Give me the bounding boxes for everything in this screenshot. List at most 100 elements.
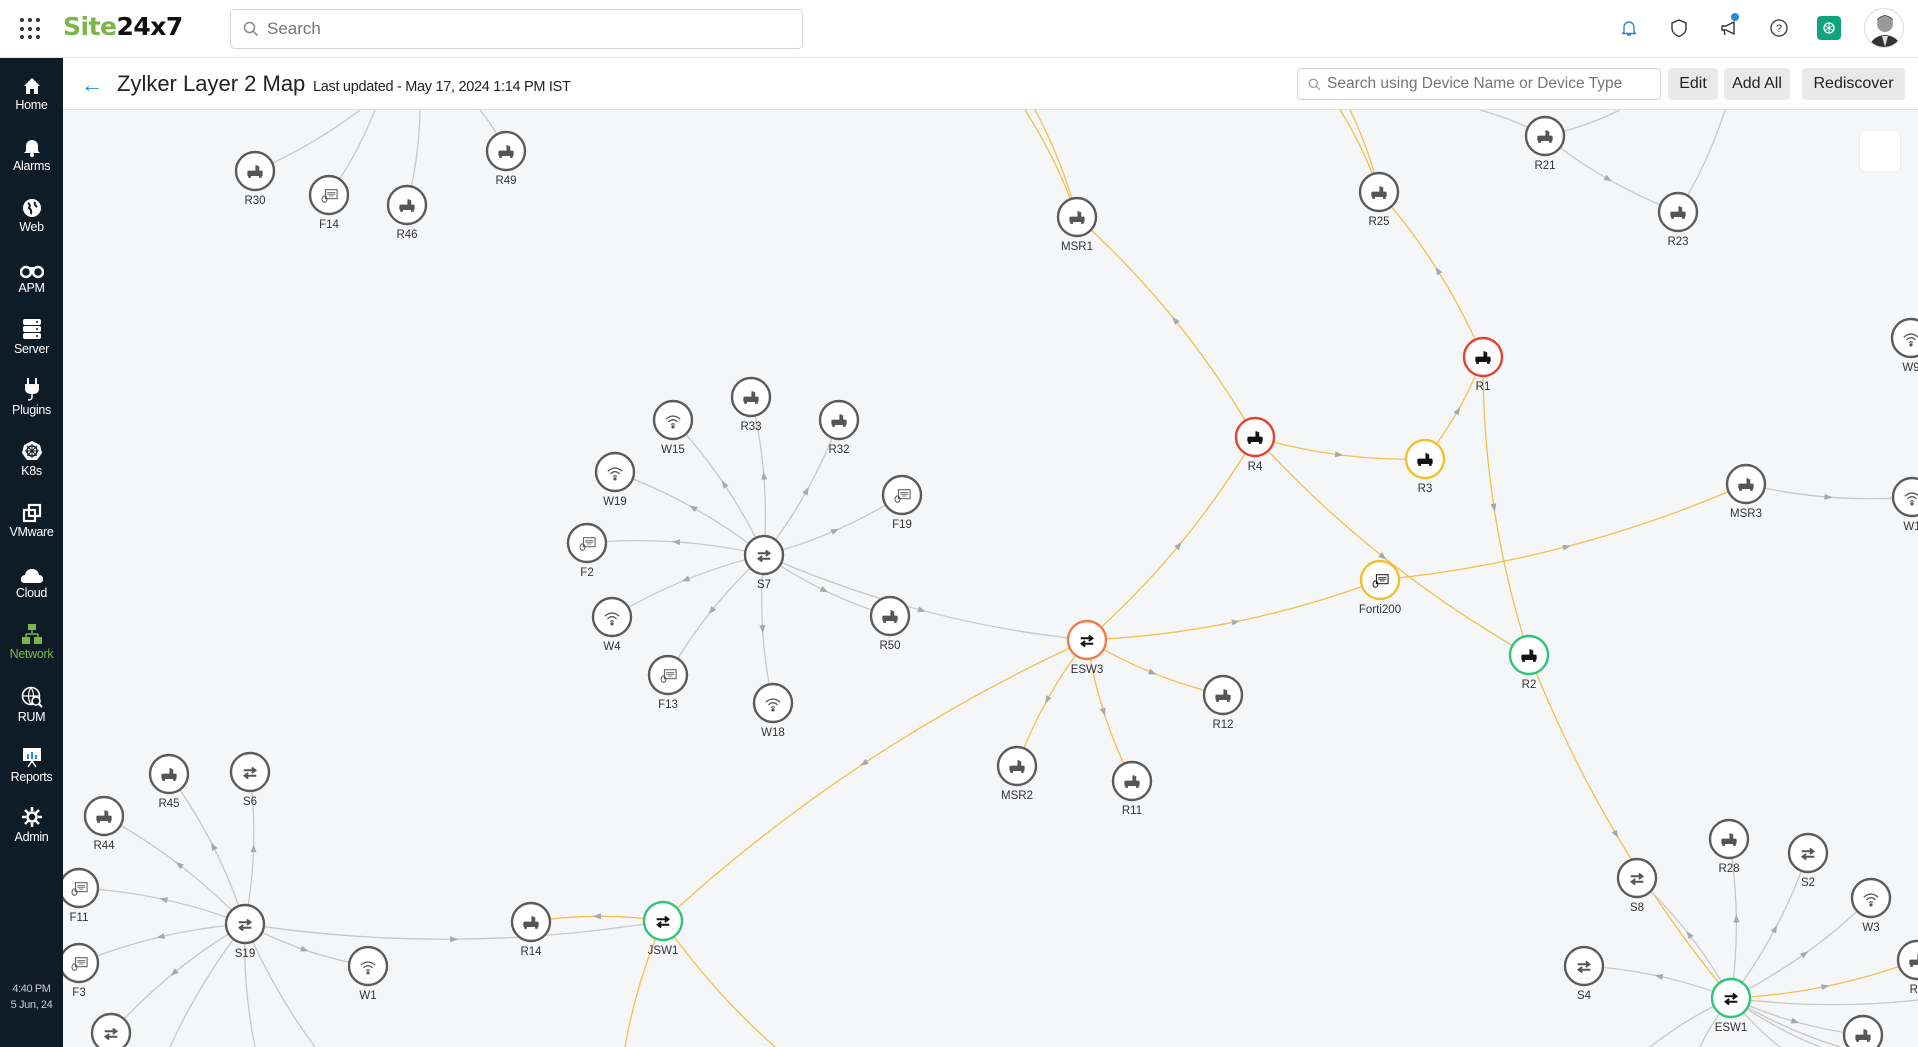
device-node-w3[interactable]: W3 — [1850, 877, 1892, 934]
sidebar-item-server[interactable]: Server — [0, 316, 63, 366]
device-search[interactable] — [1297, 68, 1661, 100]
device-node-s7[interactable]: S7 — [743, 534, 785, 591]
link-R4-MSR1[interactable] — [1076, 216, 1256, 438]
device-node-r33[interactable]: R33 — [730, 376, 772, 433]
device-node-f13[interactable]: F13 — [647, 654, 689, 711]
link-S19-JSW1[interactable] — [244, 920, 664, 940]
sidebar-item-home[interactable]: Home — [0, 72, 63, 122]
link-ESW1-W3[interactable] — [1730, 897, 1872, 999]
sidebar-item-alarms[interactable]: Alarms — [0, 133, 63, 183]
link-offscreen[interactable] — [1730, 997, 1918, 1006]
device-node-s8[interactable]: S8 — [1616, 857, 1658, 914]
link-ESW3-R12[interactable] — [1086, 639, 1224, 696]
device-node-r25[interactable]: R25 — [1358, 171, 1400, 228]
apps-grid-icon[interactable] — [20, 18, 42, 40]
link-ESW3-R4[interactable] — [1086, 436, 1256, 641]
link-S19-R45[interactable] — [168, 773, 246, 925]
device-node-f11[interactable]: F11 — [63, 867, 100, 924]
device-node-f3[interactable]: F3 — [63, 942, 100, 999]
sidebar-item-apm[interactable]: APM — [0, 255, 63, 305]
device-node-r12[interactable]: R12 — [1202, 674, 1244, 731]
user-avatar[interactable] — [1864, 8, 1904, 48]
device-node-r46[interactable]: R46 — [386, 184, 428, 241]
device-node-r45[interactable]: R45 — [148, 753, 190, 810]
device-node-msr3[interactable]: MSR3 — [1725, 463, 1767, 520]
device-node-r30[interactable]: R30 — [234, 150, 276, 207]
device-node-jsw1[interactable]: JSW1 — [642, 900, 684, 957]
device-node-w9[interactable]: W9 — [1890, 317, 1918, 374]
link-offscreen[interactable] — [662, 920, 776, 1047]
device-node-r11[interactable]: R11 — [1111, 760, 1153, 817]
device-node-s19[interactable]: S19 — [224, 903, 266, 960]
sidebar-item-reports[interactable]: Reports — [0, 744, 63, 794]
link-S7-F13[interactable] — [667, 554, 765, 676]
device-node-r44[interactable]: R44 — [83, 795, 125, 852]
link-R1-R25[interactable] — [1378, 191, 1484, 358]
device-node-w1b[interactable]: W1 — [347, 945, 389, 1002]
device-node-r21[interactable]: R21 — [1524, 115, 1566, 172]
back-arrow-icon[interactable]: ← — [81, 72, 103, 98]
device-node-r28[interactable]: R28 — [1708, 818, 1750, 875]
link-offscreen[interactable] — [169, 923, 246, 1047]
topology-map[interactable]: R30 F14 R46 R49 MSR1 R25 R21 R23 R1 R4 R3 W9 W1 MSR3 F… — [63, 110, 1918, 1047]
device-node-msr2[interactable]: MSR2 — [996, 745, 1038, 802]
sidebar-item-cloud[interactable]: Cloud — [0, 560, 63, 610]
edit-button[interactable]: Edit — [1668, 68, 1718, 100]
device-node-msr1[interactable]: MSR1 — [1056, 196, 1098, 253]
security-button[interactable] — [1654, 0, 1704, 56]
link-R2-ESW1[interactable] — [1528, 654, 1732, 999]
device-node-esw1[interactable]: ESW1 — [1710, 977, 1752, 1034]
link-S7-ESW3[interactable] — [763, 554, 1088, 641]
sidebar-item-vmware[interactable]: VMware — [0, 499, 63, 549]
link-S7-R50[interactable] — [763, 554, 891, 617]
link-S7-F19[interactable] — [763, 494, 903, 556]
device-node-r_bottom[interactable] — [1842, 1014, 1884, 1047]
sidebar-item-plugins[interactable]: Plugins — [0, 377, 63, 427]
device-node-f2[interactable]: F2 — [566, 522, 608, 579]
device-node-r1[interactable]: R1 — [1462, 336, 1504, 393]
sidebar-item-admin[interactable]: Admin — [0, 804, 63, 854]
link-S7-W15[interactable] — [672, 419, 765, 556]
device-node-r3[interactable]: R3 — [1404, 438, 1446, 495]
legend-toggle-button[interactable] — [1860, 131, 1900, 171]
device-node-s_bottom[interactable] — [90, 1012, 132, 1047]
link-R4-R2[interactable] — [1254, 436, 1530, 656]
device-node-r14[interactable]: R14 — [510, 901, 552, 958]
link-R1-R2[interactable] — [1482, 356, 1530, 656]
device-node-f19[interactable]: F19 — [881, 474, 923, 531]
link-ESW3-MSR2[interactable] — [1016, 639, 1088, 767]
link-ESW1-R2x[interactable] — [1730, 959, 1918, 999]
device-node-w19[interactable]: W19 — [594, 451, 636, 508]
device-search-input[interactable] — [1327, 75, 1657, 93]
link-offscreen[interactable] — [244, 923, 316, 1047]
notifications-button[interactable] — [1604, 0, 1654, 56]
device-node-s4[interactable]: S4 — [1563, 945, 1605, 1002]
sidebar-item-rum[interactable]: RUM — [0, 684, 63, 734]
announcements-button[interactable] — [1704, 0, 1754, 56]
device-node-w15[interactable]: W15 — [652, 399, 694, 456]
global-search-input[interactable] — [267, 19, 767, 39]
help-button[interactable]: ? — [1754, 0, 1804, 56]
link-S7-R32[interactable] — [763, 419, 840, 556]
device-node-s6[interactable]: S6 — [229, 751, 271, 808]
device-node-r49[interactable]: R49 — [485, 130, 527, 187]
rediscover-button[interactable]: Rediscover — [1802, 68, 1905, 100]
site24x7-logo[interactable]: Site24x7 — [63, 12, 183, 41]
device-node-r23[interactable]: R23 — [1657, 191, 1699, 248]
link-ESW3-Forti200[interactable] — [1086, 579, 1381, 641]
link-S19-S_bottom[interactable] — [110, 923, 246, 1034]
device-node-w18[interactable]: W18 — [752, 682, 794, 739]
device-node-esw3[interactable]: ESW3 — [1066, 619, 1108, 676]
sidebar-item-network[interactable]: Network — [0, 621, 63, 671]
device-node-r4[interactable]: R4 — [1234, 416, 1276, 473]
device-node-r32[interactable]: R32 — [818, 399, 860, 456]
add-all-button[interactable]: Add All — [1724, 68, 1790, 100]
link-S7-W4[interactable] — [611, 554, 765, 618]
device-node-s2[interactable]: S2 — [1787, 832, 1829, 889]
topology-canvas[interactable]: R30 F14 R46 R49 MSR1 R25 R21 R23 R1 R4 R3 W9 W1 MSR3 F… — [63, 110, 1918, 1047]
chatgpt-button[interactable] — [1804, 0, 1854, 56]
device-node-r2x[interactable]: R2 — [1896, 939, 1918, 996]
device-node-r50[interactable]: R50 — [869, 595, 911, 652]
device-node-forti200[interactable]: Forti200 — [1359, 559, 1401, 616]
device-node-w1[interactable]: W1 — [1891, 476, 1918, 533]
